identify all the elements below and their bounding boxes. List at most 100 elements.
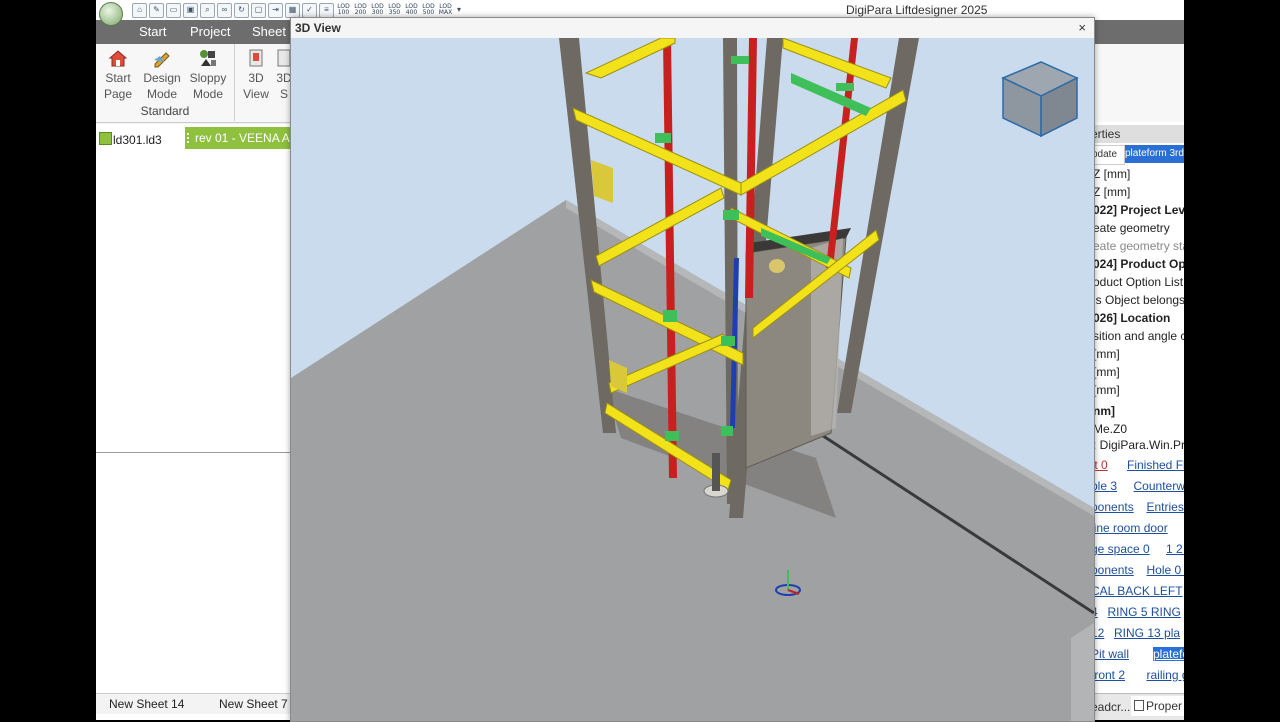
update-button[interactable]: pdate <box>1091 145 1125 165</box>
check-icon[interactable]: ✓ <box>302 2 317 18</box>
3d-view-button[interactable]: 3D View <box>236 48 276 102</box>
object-link[interactable]: ponents <box>1091 563 1134 577</box>
property-line[interactable]: Z [mm] <box>1093 185 1130 199</box>
property-line[interactable]: 026] Location <box>1093 311 1170 325</box>
list-icon[interactable]: ≡ <box>319 2 334 18</box>
revision-icon <box>187 133 195 143</box>
grid-icon[interactable]: ▦ <box>285 2 300 18</box>
object-link[interactable]: Entries L <box>1147 500 1185 514</box>
object-link[interactable]: 1 2 R <box>1166 542 1184 556</box>
sheet-tab-14[interactable]: New Sheet 14 <box>109 697 184 711</box>
lod-400-button[interactable]: LOD 400 <box>404 3 419 17</box>
property-line[interactable]: 024] Product Opt <box>1093 257 1184 271</box>
property-line[interactable]: is Object belongs <box>1093 293 1184 307</box>
properties-bottom-tabs: eadcr... Proper <box>1091 693 1184 720</box>
rail-bracket <box>731 56 749 64</box>
rail-bracket <box>721 426 733 436</box>
3d-view-titlebar: 3D View × <box>291 18 1094 38</box>
rail-bracket <box>721 336 735 346</box>
property-line[interactable]: 022] Project Leve <box>1093 203 1184 217</box>
sloppy-mode-button[interactable]: Sloppy Mode <box>188 48 228 102</box>
design-mode-button[interactable]: Design Mode <box>142 48 182 102</box>
app-title: DigiPara Liftdesigner 2025 <box>846 3 988 17</box>
rail-bracket <box>836 83 854 91</box>
cube-view-icon <box>249 49 263 67</box>
project-file-icon <box>99 132 112 145</box>
object-link[interactable]: Counterwei <box>1134 479 1185 493</box>
property-line[interactable]: [mm] <box>1093 383 1120 397</box>
tab-properties[interactable]: Proper <box>1131 696 1184 716</box>
ribbon-group-label: Standard <box>140 104 190 118</box>
ribbon-group-views: 3D View 3D S <box>236 44 296 121</box>
object-link[interactable]: Hole 0 Y <box>1147 563 1185 577</box>
tab-sheet[interactable]: Sheet <box>252 24 286 39</box>
object-link[interactable]: ge space 0 <box>1091 542 1150 556</box>
object-link[interactable]: railing gro <box>1147 668 1185 682</box>
door-operator <box>769 259 785 273</box>
home-icon[interactable]: ⌂ <box>132 2 147 18</box>
refresh-icon[interactable]: ↻ <box>234 2 249 18</box>
wand-icon[interactable]: ✎ <box>149 2 164 18</box>
property-line[interactable]: nm] <box>1093 404 1115 418</box>
lod-300-button[interactable]: LOD 300 <box>370 3 385 17</box>
ribbon-group-standard: Start Page Design Mode Sloppy Mode Stand… <box>96 44 235 121</box>
house-icon <box>108 50 128 67</box>
tab-start[interactable]: Start <box>139 24 166 39</box>
export-icon[interactable]: ⇥ <box>268 2 283 18</box>
object-link[interactable]: RING 13 pla <box>1114 626 1180 640</box>
rail-bracket <box>723 210 739 220</box>
side-wall <box>1071 623 1094 721</box>
lod-200-button[interactable]: LOD 200 <box>353 3 368 17</box>
project-file-item[interactable]: ld301.ld3 <box>99 132 162 147</box>
object-link[interactable]: Pit wall <box>1091 647 1129 661</box>
lod-100-button[interactable]: LOD 100 <box>336 3 351 17</box>
object-link[interactable]: front 2 <box>1091 668 1125 682</box>
lod-350-button[interactable]: LOD 350 <box>387 3 402 17</box>
start-page-button[interactable]: Start Page <box>98 48 138 102</box>
close-icon[interactable]: × <box>1078 20 1086 35</box>
pencil-icon <box>154 52 170 68</box>
lod-max-button[interactable]: LOD MAX <box>438 3 453 17</box>
sheet-tab-bar: New Sheet 14 New Sheet 7 <box>96 693 290 714</box>
property-line[interactable]: oduct Option List S <box>1093 275 1184 289</box>
object-selector[interactable]: plateform 3rd <box>1125 145 1184 163</box>
3d-view-title: 3D View <box>295 21 341 35</box>
property-line[interactable]: [mm] <box>1093 347 1120 361</box>
project-panel: ld301.ld3 rev 01 - VEENA AC New Sheet 14… <box>96 124 291 720</box>
property-line[interactable]: Me.Z0 <box>1093 422 1127 436</box>
sheet-tab-7[interactable]: New Sheet 7 <box>219 697 288 711</box>
tab-breadcrumbs[interactable]: eadcr... <box>1091 700 1130 714</box>
property-line[interactable]: eate geometry stat <box>1093 239 1184 253</box>
application-menu-button[interactable] <box>99 2 123 26</box>
property-line[interactable]: Z [mm] <box>1093 167 1130 181</box>
property-line[interactable]: : DigiPara.Win.Pro <box>1093 438 1184 452</box>
object-link[interactable]: RING 5 RING <box>1108 605 1181 619</box>
zoom-icon[interactable]: ⌕ <box>200 2 215 18</box>
shapes-icon <box>200 50 216 66</box>
folder-open-icon[interactable]: ▭ <box>166 2 181 18</box>
quick-access-toolbar: ⌂ ✎ ▭ ▣ ⌕ ∞ ↻ ▢ ⇥ ▦ ✓ ≡ LOD 100 LOD 200 LO… <box>132 2 463 18</box>
rail-bracket <box>655 133 671 143</box>
property-line[interactable]: eate geometry <box>1093 221 1170 235</box>
rail-bracket <box>665 431 679 441</box>
object-link[interactable]: Finished Floo <box>1127 458 1184 472</box>
panel-splitter[interactable] <box>96 452 290 453</box>
properties-header: erties <box>1091 125 1184 143</box>
frame-icon[interactable]: ▢ <box>251 2 266 18</box>
3d-viewport[interactable] <box>291 38 1094 721</box>
object-link[interactable]: line room door <box>1091 521 1168 535</box>
property-line[interactable]: [mm] <box>1093 365 1120 379</box>
tab-project[interactable]: Project <box>190 24 230 39</box>
customize-dropdown-icon[interactable]: ▾ <box>455 4 463 17</box>
lod-500-button[interactable]: LOD 500 <box>421 3 436 17</box>
property-line[interactable]: sition and angle ca <box>1093 329 1184 343</box>
object-link[interactable]: CAL BACK LEFT <box>1091 584 1183 598</box>
object-link-selected[interactable]: plateform <box>1153 647 1184 661</box>
3d-view-window[interactable]: 3D View × <box>290 17 1095 722</box>
revision-tab[interactable]: rev 01 - VEENA AC <box>185 127 290 149</box>
rail-bracket <box>663 310 677 322</box>
link-icon[interactable]: ∞ <box>217 2 232 18</box>
properties-panel: erties pdate plateform 3rd Z [mm] Z [mm] 0… <box>1090 122 1184 720</box>
save-icon[interactable]: ▣ <box>183 2 198 18</box>
object-link[interactable]: ponents <box>1091 500 1134 514</box>
